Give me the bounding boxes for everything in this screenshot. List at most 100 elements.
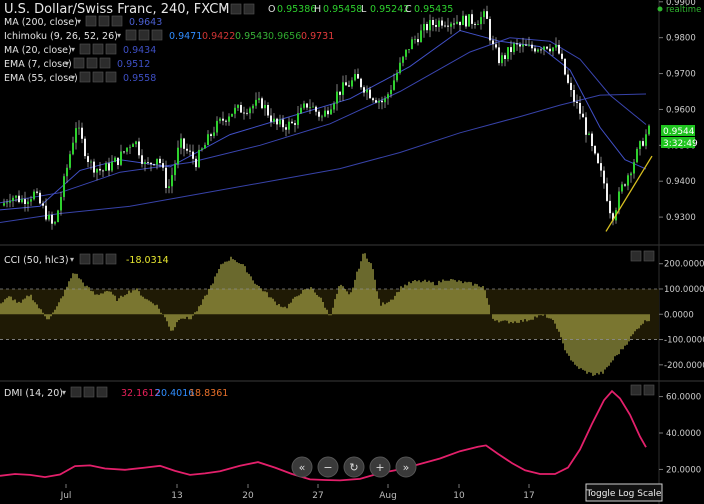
last-price-label: 0.9544 xyxy=(661,125,695,137)
study-visibility-icon[interactable] xyxy=(79,43,91,55)
ohlc-label-h: H xyxy=(314,4,321,15)
dmi-visibility-icon[interactable] xyxy=(70,386,82,398)
candle-body xyxy=(342,82,344,95)
candle-body xyxy=(519,44,521,47)
dmi-label[interactable]: DMI (14, 20) xyxy=(4,388,63,399)
chart-canvas[interactable]: 0.93000.94000.95000.96000.97000.98000.99… xyxy=(0,0,704,504)
candle-body xyxy=(348,85,350,87)
candle-body xyxy=(585,117,587,135)
study-settings-icon[interactable] xyxy=(86,57,98,69)
candle-body xyxy=(366,89,368,93)
study-dropdown-icon[interactable]: ▾ xyxy=(77,17,81,26)
candle-body xyxy=(510,47,512,52)
candle-body xyxy=(51,214,53,224)
study-visibility-icon[interactable] xyxy=(73,57,85,69)
candle-body xyxy=(594,145,596,154)
candle-body xyxy=(567,74,569,83)
study-visibility-icon[interactable] xyxy=(79,71,91,83)
candle-body xyxy=(255,99,257,106)
study-remove-icon[interactable] xyxy=(105,71,117,83)
candle-body xyxy=(333,103,335,110)
candle-body xyxy=(258,98,260,100)
reset-chart-icon[interactable]: ↻ xyxy=(343,456,365,478)
study-dropdown-icon[interactable]: ▾ xyxy=(71,73,75,82)
candle-body xyxy=(57,210,59,222)
cci-tick-label: -100.0000 xyxy=(664,336,704,346)
zoom-in-icon[interactable]: + xyxy=(369,456,391,478)
candle-body xyxy=(450,23,452,27)
dmi-pane-down-icon[interactable] xyxy=(643,384,655,396)
candle-body xyxy=(531,44,533,49)
cci-remove-icon[interactable] xyxy=(105,253,117,265)
candle-body xyxy=(435,25,437,27)
symbol-title[interactable]: U.S. Dollar/Swiss Franc, 240, FXCM xyxy=(4,2,230,17)
candle-body xyxy=(453,23,455,25)
cci-pane-up-icon[interactable] xyxy=(630,250,642,262)
cci-pane-down-icon[interactable] xyxy=(643,250,655,262)
zoom-out-icon[interactable]: − xyxy=(317,456,339,478)
candle-body xyxy=(573,90,575,102)
zoom-in-icon-glyph: + xyxy=(375,461,384,474)
candle-body xyxy=(171,175,173,187)
candle-body xyxy=(375,100,377,103)
candle-body xyxy=(222,118,224,121)
candle-body xyxy=(189,150,191,152)
candle-body xyxy=(414,39,416,40)
study-visibility-icon[interactable] xyxy=(85,15,97,27)
dmi-dropdown-icon[interactable]: ▾ xyxy=(62,388,66,397)
study-value: 0.9558 xyxy=(123,73,156,84)
cci-dropdown-icon[interactable]: ▾ xyxy=(70,255,74,264)
candle-body xyxy=(411,39,413,50)
candle-body xyxy=(210,134,212,136)
candle-body xyxy=(219,118,221,121)
study-settings-icon[interactable] xyxy=(92,43,104,55)
cci-settings-icon[interactable] xyxy=(92,253,104,265)
title-format-icon[interactable] xyxy=(243,3,255,15)
candle-body xyxy=(360,78,362,88)
chart-background xyxy=(0,0,704,504)
study-dropdown-icon[interactable]: ▾ xyxy=(65,59,69,68)
study-settings-icon[interactable] xyxy=(138,29,150,41)
candle-body xyxy=(600,163,602,171)
candle-body xyxy=(114,157,116,162)
candle-body xyxy=(372,98,374,101)
dmi-remove-icon[interactable] xyxy=(96,386,108,398)
candle-body xyxy=(420,30,422,42)
toggle-log-scale-button[interactable]: Toggle Log Scale xyxy=(585,483,663,502)
toggle-log-scale-label[interactable]: Toggle Log Scale xyxy=(586,489,662,499)
dmi-settings-icon[interactable] xyxy=(83,386,95,398)
study-dropdown-icon[interactable]: ▾ xyxy=(71,45,75,54)
study-remove-icon[interactable] xyxy=(99,57,111,69)
candle-body xyxy=(297,113,299,125)
dmi-tick-label: 20.0000 xyxy=(666,465,701,475)
study-label-0: MA (200, close) xyxy=(4,17,78,28)
scroll-left-icon[interactable]: « xyxy=(291,456,313,478)
candle-body xyxy=(213,132,215,136)
study-remove-icon[interactable] xyxy=(111,15,123,27)
study-remove-icon[interactable] xyxy=(151,29,163,41)
candle-body xyxy=(471,14,473,24)
candle-body xyxy=(300,107,302,114)
cci-label[interactable]: CCI (50, hlc3) xyxy=(4,255,69,266)
study-label-1: Ichimoku (9, 26, 52, 26) xyxy=(4,31,118,42)
study-settings-icon[interactable] xyxy=(98,15,110,27)
title-dropdown-icon[interactable]: ▾ xyxy=(222,5,227,15)
cci-visibility-icon[interactable] xyxy=(79,253,91,265)
study-visibility-icon[interactable] xyxy=(125,29,137,41)
title-settings-icon[interactable] xyxy=(230,3,242,15)
study-settings-icon[interactable] xyxy=(92,71,104,83)
scroll-right-icon[interactable]: » xyxy=(395,456,417,478)
study-dropdown-icon[interactable]: ▾ xyxy=(117,31,121,40)
candle-body xyxy=(276,118,278,125)
study-value: 0.9471 xyxy=(169,31,202,42)
candle-body xyxy=(582,113,584,118)
candle-body xyxy=(234,107,236,114)
candle-body xyxy=(474,23,476,25)
candle-body xyxy=(231,113,233,117)
candle-body xyxy=(528,44,530,46)
candle-body xyxy=(591,133,593,146)
candle-body xyxy=(144,162,146,164)
study-remove-icon[interactable] xyxy=(105,43,117,55)
dmi-value-2: 18.8361 xyxy=(189,388,228,399)
dmi-pane-up-icon[interactable] xyxy=(630,384,642,396)
